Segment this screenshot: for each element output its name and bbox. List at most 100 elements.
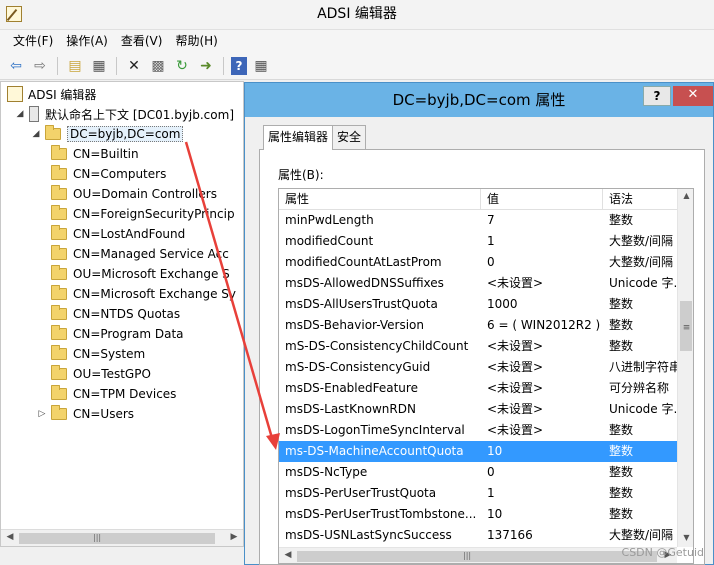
tree-item[interactable]: CN=Managed Service Acc	[51, 244, 229, 264]
export-icon[interactable]: ➜	[196, 56, 216, 76]
attribute-syntax: 整数	[609, 465, 634, 479]
attribute-row[interactable]: msDS-EnabledFeature <未设置> 可分辨名称	[279, 378, 677, 399]
tree-context-label: 默认命名上下文 [DC01.byjb.com]	[45, 107, 234, 122]
attribute-row[interactable]: msDS-AllowedDNSSuffixes <未设置> Unicode 字...	[279, 273, 677, 294]
attribute-value: <未设置>	[487, 339, 544, 353]
attribute-row[interactable]: msDS-Behavior-Version 6 = ( WIN2012R2 ) 整数	[279, 315, 677, 336]
tree-item[interactable]: CN=TPM Devices	[51, 384, 176, 404]
attribute-syntax: 整数	[609, 339, 634, 353]
forward-icon[interactable]: ⇨	[30, 56, 50, 76]
attribute-name: modifiedCountAtLastProm	[285, 255, 442, 269]
expand-arrow-icon[interactable]: ▷	[37, 409, 47, 419]
folder-icon	[51, 265, 67, 280]
attribute-row[interactable]: msDS-LogonTimeSyncInterval <未设置> 整数	[279, 420, 677, 441]
attribute-row[interactable]: mS-DS-ConsistencyGuid <未设置> 八进制字符串	[279, 357, 677, 378]
tree-item-label: CN=TPM Devices	[73, 387, 177, 401]
toolbar-separator	[223, 56, 224, 75]
attribute-row[interactable]: msDS-NcType 0 整数	[279, 462, 677, 483]
menu-help[interactable]: 帮助(H)	[170, 30, 225, 52]
tree-item[interactable]: CN=Microsoft Exchange Sy	[51, 284, 236, 304]
tree-item[interactable]: ▷ CN=Users	[39, 404, 134, 424]
attribute-syntax: 整数	[609, 318, 634, 332]
panel-icon[interactable]: ▦	[251, 56, 271, 76]
help-icon[interactable]: ?	[231, 56, 247, 75]
attribute-syntax: 大整数/间隔	[609, 234, 674, 248]
scroll-down-icon[interactable]: ▼	[681, 533, 692, 542]
collapse-arrow-icon[interactable]: ◢	[31, 129, 41, 139]
column-header-value[interactable]: 值	[481, 189, 603, 210]
attribute-row[interactable]: modifiedCountAtLastProm 0 大整数/间隔	[279, 252, 677, 273]
tree-item[interactable]: CN=Builtin	[51, 144, 139, 164]
menu-view[interactable]: 查看(V)	[116, 30, 171, 52]
tree-domain[interactable]: ◢ DC=byjb,DC=com	[31, 124, 184, 144]
tree-item[interactable]: OU=Microsoft Exchange S	[51, 264, 230, 284]
attribute-value: <未设置>	[487, 360, 544, 374]
scroll-thumb[interactable]	[297, 551, 657, 562]
tree-root[interactable]: ADSI 编辑器	[7, 84, 96, 104]
attribute-row[interactable]: msDS-USNLastSyncSuccess 137166 大整数/间隔	[279, 525, 677, 546]
collapse-arrow-icon[interactable]: ◢	[15, 109, 25, 119]
watermark: CSDN @Getuid	[621, 546, 704, 559]
attributes-vertical-scrollbar[interactable]: ▲ ≡ ▼	[677, 189, 693, 547]
attribute-syntax: 大整数/间隔	[609, 528, 674, 542]
dialog-tabs: 属性编辑器 安全	[263, 125, 367, 150]
attribute-name: msDS-EnabledFeature	[285, 381, 418, 395]
menu-action[interactable]: 操作(A)	[61, 30, 116, 52]
attribute-row[interactable]: msDS-LastKnownRDN <未设置> Unicode 字...	[279, 399, 677, 420]
attributes-list[interactable]: 属性 值 语法 minPwdLength 7 整数 modifiedCount 1 大整数…	[278, 188, 694, 564]
tree-item[interactable]: OU=TestGPO	[51, 364, 151, 384]
attribute-name: msDS-LogonTimeSyncInterval	[285, 423, 465, 437]
attribute-value: 1000	[487, 297, 518, 311]
scroll-up-icon[interactable]: ▲	[681, 191, 692, 200]
folder-up-icon[interactable]: ▤	[65, 56, 85, 76]
tree-item[interactable]: CN=Computers	[51, 164, 166, 184]
tab-security[interactable]: 安全	[332, 125, 367, 149]
attribute-name: msDS-Behavior-Version	[285, 318, 424, 332]
tree-horizontal-scrollbar[interactable]: ◀ ||| ▶	[1, 529, 243, 546]
scroll-left-icon[interactable]: ◀	[281, 550, 295, 562]
attribute-row[interactable]: ms-DS-MachineAccountQuota 10 整数	[279, 441, 677, 462]
show-tree-icon[interactable]: ▦	[89, 56, 109, 76]
column-header-syntax[interactable]: 语法	[603, 189, 677, 210]
tree-item[interactable]: CN=ForeignSecurityPrincip	[51, 204, 235, 224]
attributes-list-header: 属性 值 语法	[279, 189, 677, 210]
tree-domain-label: DC=byjb,DC=com	[67, 126, 184, 142]
attribute-value: 7	[487, 213, 495, 227]
delete-icon[interactable]: ✕	[124, 56, 144, 76]
tree-item-label: CN=Managed Service Acc	[73, 247, 229, 261]
tree-item-label: CN=ForeignSecurityPrincip	[73, 207, 235, 221]
tree-item[interactable]: CN=NTDS Quotas	[51, 304, 180, 324]
tree-item[interactable]: CN=LostAndFound	[51, 224, 185, 244]
dialog-close-button[interactable]: ✕	[673, 86, 713, 106]
tree-context[interactable]: ◢ 默认命名上下文 [DC01.byjb.com]	[15, 104, 234, 124]
attribute-name: msDS-LastKnownRDN	[285, 402, 416, 416]
attribute-row[interactable]: msDS-PerUserTrustTombstone... 10 整数	[279, 504, 677, 525]
scroll-right-icon[interactable]: ▶	[227, 532, 241, 544]
attribute-row[interactable]: minPwdLength 7 整数	[279, 210, 677, 231]
attributes-horizontal-scrollbar[interactable]: ◀ ||| ▶	[279, 547, 677, 563]
scroll-thumb[interactable]	[19, 533, 215, 544]
attribute-syntax: 大整数/间隔	[609, 255, 674, 269]
dialog-help-button[interactable]: ?	[643, 86, 671, 106]
folder-icon	[51, 225, 67, 240]
attribute-syntax: 整数	[609, 297, 634, 311]
tree-item[interactable]: CN=System	[51, 344, 145, 364]
attribute-row[interactable]: msDS-AllUsersTrustQuota 1000 整数	[279, 294, 677, 315]
scroll-left-icon[interactable]: ◀	[3, 532, 17, 544]
attribute-row[interactable]: modifiedCount 1 大整数/间隔	[279, 231, 677, 252]
refresh-icon[interactable]: ↻	[172, 56, 192, 76]
attribute-row[interactable]: mS-DS-ConsistencyChildCount <未设置> 整数	[279, 336, 677, 357]
attribute-syntax: 整数	[609, 486, 634, 500]
tree-item[interactable]: CN=Program Data	[51, 324, 184, 344]
properties-icon[interactable]: ▩	[148, 56, 168, 76]
menu-file[interactable]: 文件(F)	[8, 30, 61, 52]
attribute-row[interactable]: msDS-PerUserTrustQuota 1 整数	[279, 483, 677, 504]
back-icon[interactable]: ⇦	[6, 56, 26, 76]
folder-icon	[51, 325, 67, 340]
tree-item[interactable]: OU=Domain Controllers	[51, 184, 217, 204]
attribute-name: minPwdLength	[285, 213, 374, 227]
attribute-value: 6 = ( WIN2012R2 )	[487, 318, 601, 332]
attribute-syntax: 八进制字符串	[609, 360, 677, 374]
column-header-attribute[interactable]: 属性	[279, 189, 481, 210]
tab-attribute-editor[interactable]: 属性编辑器	[263, 125, 334, 150]
